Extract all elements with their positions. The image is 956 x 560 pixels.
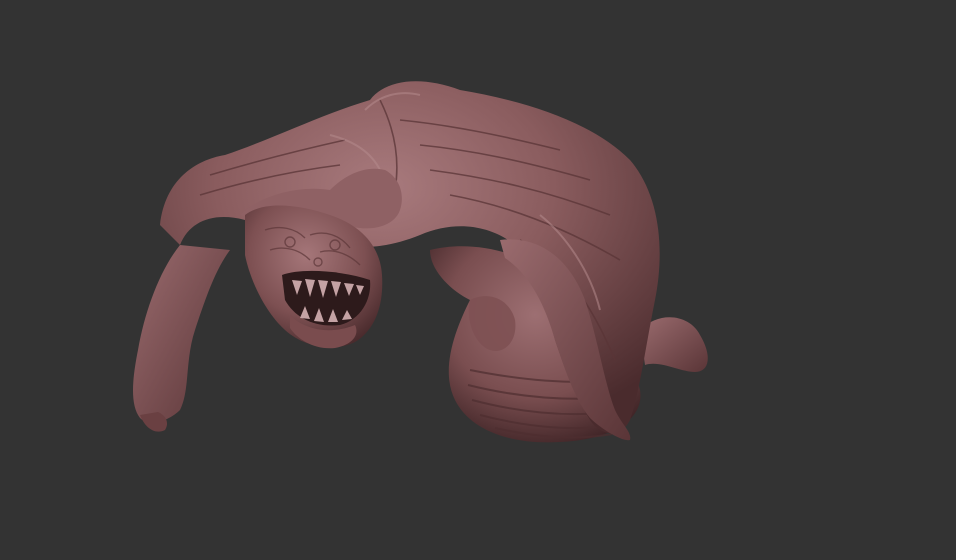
render-canvas	[0, 0, 956, 560]
render-viewport	[0, 0, 956, 560]
